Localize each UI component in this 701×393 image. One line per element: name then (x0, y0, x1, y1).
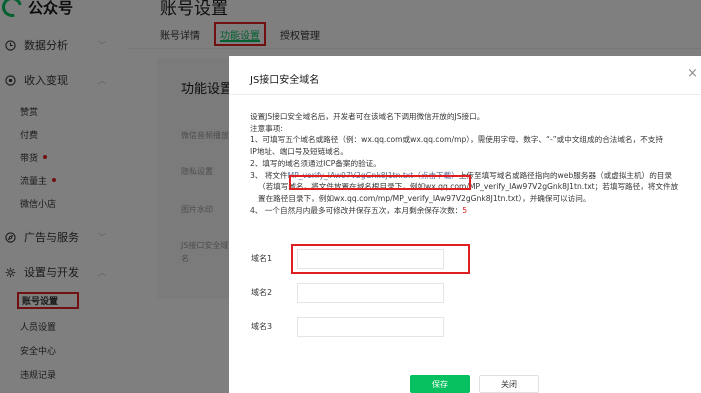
highlight-box-download-link (289, 175, 471, 190)
remaining-count: 5 (462, 205, 468, 215)
note-3-cont2: 置在路径目录下，例如wx.qq.com/mp/MP_verify_IAw97V2… (258, 193, 591, 203)
highlight-box-domain1 (291, 244, 470, 274)
dialog-title: JS接口安全域名 (250, 75, 320, 86)
dialog-description: 设置JS接口安全域名后，开发者可在该域名下调用微信开放的JS接口。 注意事项: … (250, 111, 698, 216)
js-domain-dialog: JS接口安全域名 × 设置JS接口安全域名后，开发者可在该域名下调用微信开放的J… (229, 56, 701, 393)
domain1-label: 域名1 (251, 254, 273, 263)
divider (229, 94, 701, 95)
note-3-prefix: 3、 将文件 (250, 170, 288, 180)
intro-text: 设置JS接口安全域名后，开发者可在该域名下调用微信开放的JS接口。 (250, 112, 485, 121)
note-2: 2、填写的域名须通过ICP备案的验证。 (250, 158, 381, 168)
note-4-prefix: 4、 一个自然月内最多可修改并保存五次，本月剩余保存次数： (250, 205, 463, 215)
domain2-label: 域名2 (251, 288, 273, 297)
note-1: 1、可填写五个域名或路径（例：wx.qq.com或wx.qq.com/mp），需… (250, 135, 663, 145)
close-button[interactable]: 关闭 (479, 375, 539, 393)
note-4: 4、 一个自然月内最多可修改并保存五次，本月剩余保存次数：5 (250, 205, 698, 217)
close-icon[interactable]: × (687, 66, 701, 82)
domain3-label: 域名3 (251, 322, 273, 331)
save-button[interactable]: 保存 (410, 375, 470, 393)
note-3-suffix: 上传至填写域名或路径指向的web服务器（或虚拟主机）的目录 (458, 170, 672, 180)
note-1-cont: IP地址、端口号及短链域名。 (250, 147, 348, 157)
domain2-input[interactable] (297, 283, 444, 303)
domain3-input[interactable] (297, 317, 444, 337)
notes-heading: 注意事项: (250, 123, 283, 133)
